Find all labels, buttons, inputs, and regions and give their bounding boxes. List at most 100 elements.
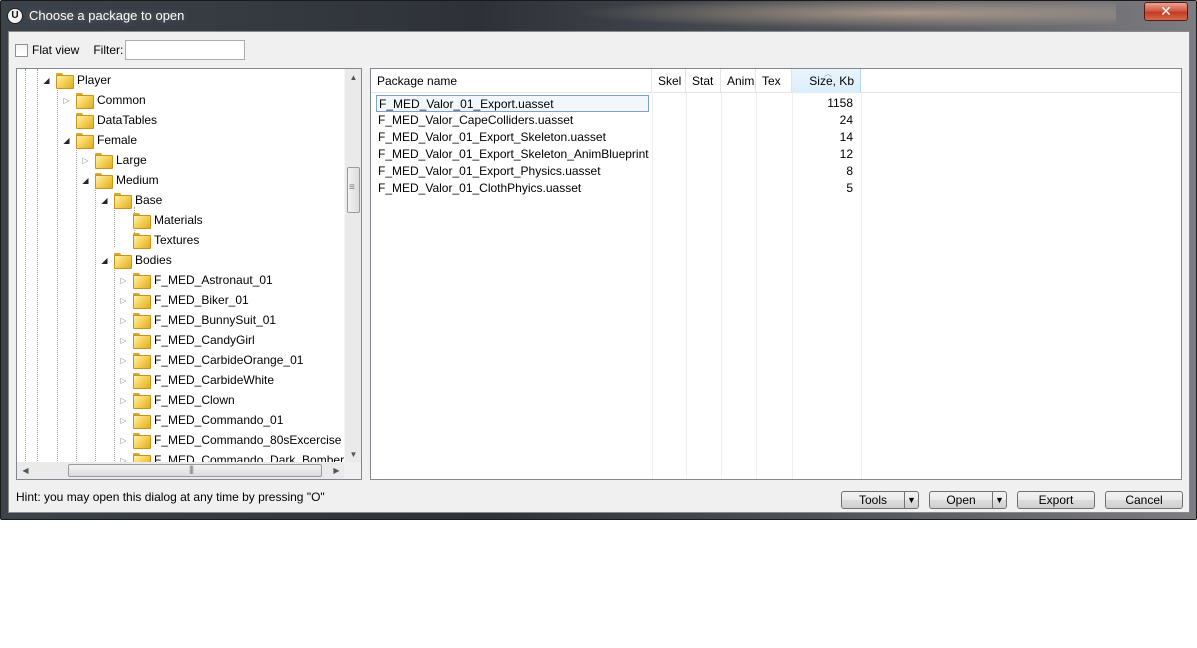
expand-arrow-icon[interactable]: ▷ <box>119 396 128 405</box>
tree-node-label: Female <box>97 133 138 147</box>
close-button[interactable]: ✕ <box>1144 2 1188 21</box>
tree-node-candygirl[interactable]: ▷ F_MED_CandyGirl <box>119 330 255 350</box>
package-name-cell: F_MED_Valor_01_Export.uasset <box>376 95 649 112</box>
expand-arrow-icon[interactable]: ▷ <box>119 376 128 385</box>
expand-arrow-icon[interactable]: ▷ <box>119 336 128 345</box>
expand-arrow-icon[interactable]: ▷ <box>119 296 128 305</box>
column-header-stat[interactable]: Stat <box>686 69 721 93</box>
tree-node-label: DataTables <box>97 113 158 127</box>
expand-arrow-icon[interactable]: ▷ <box>81 156 90 165</box>
tree-node-label: F_MED_Commando_01 <box>154 413 284 427</box>
collapse-arrow-icon[interactable]: ◢ <box>100 256 109 265</box>
expand-arrow-icon[interactable]: ▷ <box>119 316 128 325</box>
column-header-package-name[interactable]: Package name <box>371 69 652 93</box>
tree-node-label: F_MED_Clown <box>154 393 235 407</box>
package-name-cell: F_MED_Valor_01_Export_Skeleton.uasset <box>378 130 606 144</box>
tree-node-textures[interactable]: Textures <box>119 230 199 250</box>
scroll-left-arrow-icon[interactable]: ◀ <box>17 462 34 479</box>
tree-node-label: F_MED_Biker_01 <box>154 293 249 307</box>
tree-node-base[interactable]: ◢ Base <box>100 190 162 210</box>
tree-node-label: F_MED_Astronaut_01 <box>154 273 273 287</box>
tree-node-label: F_MED_BunnySuit_01 <box>154 313 277 327</box>
filter-label: Filter: <box>93 43 124 57</box>
package-row[interactable]: F_MED_Valor_01_Export_Skeleton.uasset 14 <box>371 129 861 146</box>
tree-node-bodies[interactable]: ◢ Bodies <box>100 250 172 270</box>
dropdown-arrow-icon[interactable]: ▼ <box>992 492 1006 508</box>
tree-node-clown[interactable]: ▷ F_MED_Clown <box>119 390 235 410</box>
package-row[interactable]: F_MED_Valor_01_Export.uasset 1158 <box>371 95 861 112</box>
open-button[interactable]: Open ▼ <box>929 491 1007 509</box>
dialog-client-area: Flat view Filter: ◢ Player ▷ Common Data… <box>8 31 1190 513</box>
tree-node-carbideorange[interactable]: ▷ F_MED_CarbideOrange_01 <box>119 350 303 370</box>
tree-node-label: Player <box>77 73 112 87</box>
dropdown-arrow-icon[interactable]: ▼ <box>904 492 918 508</box>
folder-icon <box>76 113 94 129</box>
folder-icon <box>76 133 94 149</box>
folder-icon <box>133 413 151 429</box>
package-row[interactable]: F_MED_Valor_01_Export_Skeleton_AnimBluep… <box>371 146 861 163</box>
tree-node-commando[interactable]: ▷ F_MED_Commando_01 <box>119 410 283 430</box>
collapse-arrow-icon[interactable]: ◢ <box>100 196 109 205</box>
title-bar[interactable]: U Choose a package to open ✕ <box>1 1 1196 31</box>
tree-horizontal-scrollbar[interactable]: ◀ ▶ <box>17 462 345 479</box>
package-row[interactable]: F_MED_Valor_CapeColliders.uasset 24 <box>371 112 861 129</box>
column-header-tex[interactable]: Tex <box>756 69 792 93</box>
tree-node-medium[interactable]: ◢ Medium <box>81 170 159 190</box>
tree-node-commando-80s[interactable]: ▷ F_MED_Commando_80sExcercise <box>119 430 341 450</box>
vertical-scroll-thumb[interactable] <box>347 167 360 213</box>
tools-button[interactable]: Tools ▼ <box>841 491 919 509</box>
tree-node-label: F_MED_Commando_80sExcercise <box>154 433 342 447</box>
package-size-cell: 8 <box>846 164 853 178</box>
package-list[interactable]: Package name Skel Stat Anim Tex ︿ Size, … <box>370 68 1182 480</box>
scroll-up-arrow-icon[interactable]: ▲ <box>345 69 361 86</box>
tree-node-label: F_MED_CarbideWhite <box>154 373 275 387</box>
cancel-button[interactable]: Cancel <box>1105 491 1183 509</box>
tree-node-bunnysuit[interactable]: ▷ F_MED_BunnySuit_01 <box>119 310 276 330</box>
expand-arrow-icon[interactable]: ▷ <box>119 436 128 445</box>
tree-node-label: Medium <box>116 173 159 187</box>
tree-node-label: F_MED_CandyGirl <box>154 333 255 347</box>
expand-arrow-icon[interactable]: ▷ <box>119 416 128 425</box>
folder-tree[interactable]: ◢ Player ▷ Common DataTables ◢ Female ▷ … <box>16 68 362 480</box>
folder-icon <box>133 433 151 449</box>
export-button[interactable]: Export <box>1017 491 1095 509</box>
folder-icon <box>95 173 113 189</box>
filter-input[interactable] <box>125 40 246 60</box>
expand-arrow-icon[interactable]: ▷ <box>119 356 128 365</box>
flat-view-label[interactable]: Flat view <box>32 43 79 57</box>
column-header-anim[interactable]: Anim <box>721 69 756 93</box>
scroll-down-arrow-icon[interactable]: ▼ <box>345 446 361 463</box>
expand-arrow-icon[interactable]: ▷ <box>119 276 128 285</box>
package-name-cell: F_MED_Valor_CapeColliders.uasset <box>378 113 574 127</box>
package-row[interactable]: F_MED_Valor_01_Export_Physics.uasset 8 <box>371 163 861 180</box>
tree-node-carbidewhite[interactable]: ▷ F_MED_CarbideWhite <box>119 370 274 390</box>
tree-node-player[interactable]: ◢ Player <box>42 70 111 90</box>
package-row[interactable]: F_MED_Valor_01_ClothPhyics.uasset 5 <box>371 180 861 197</box>
tree-vertical-scrollbar[interactable]: ▲ ▼ <box>344 69 361 463</box>
folder-icon <box>133 273 151 289</box>
tree-node-large[interactable]: ▷ Large <box>81 150 147 170</box>
collapse-arrow-icon[interactable]: ◢ <box>81 176 90 185</box>
tree-node-female[interactable]: ◢ Female <box>62 130 137 150</box>
column-header-size[interactable]: ︿ Size, Kb <box>792 69 861 93</box>
tree-node-datatables[interactable]: DataTables <box>62 110 157 130</box>
tree-node-common[interactable]: ▷ Common <box>62 90 146 110</box>
options-row: Flat view Filter: <box>15 40 246 60</box>
tree-node-astronaut[interactable]: ▷ F_MED_Astronaut_01 <box>119 270 273 290</box>
tree-node-biker[interactable]: ▷ F_MED_Biker_01 <box>119 290 249 310</box>
tree-node-materials[interactable]: Materials <box>119 210 203 230</box>
horizontal-scroll-thumb[interactable] <box>68 464 322 477</box>
window-title: Choose a package to open <box>29 8 185 23</box>
hint-text: Hint: you may open this dialog at any ti… <box>16 490 325 504</box>
tools-button-label: Tools <box>858 493 887 507</box>
folder-icon <box>114 193 132 209</box>
collapse-arrow-icon[interactable]: ◢ <box>42 76 51 85</box>
column-header-skel[interactable]: Skel <box>652 69 686 93</box>
folder-icon <box>133 373 151 389</box>
tree-guide-line <box>95 187 96 463</box>
expand-arrow-icon[interactable]: ▷ <box>62 96 71 105</box>
tree-node-label: Large <box>116 153 147 167</box>
collapse-arrow-icon[interactable]: ◢ <box>62 136 71 145</box>
scroll-right-arrow-icon[interactable]: ▶ <box>328 462 345 479</box>
flat-view-checkbox[interactable] <box>15 43 28 57</box>
